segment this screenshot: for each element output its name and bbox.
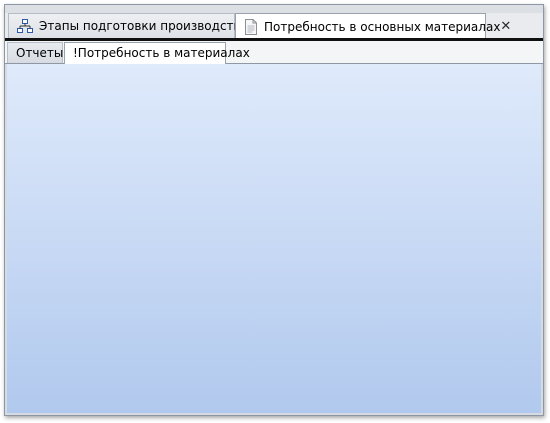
tab-production-stages[interactable]: Этапы подготовки производства ✕ [8,13,259,38]
report-tab-strip: Отчеты !Потребность в материалах [5,41,543,64]
close-icon[interactable]: ✕ [500,19,511,34]
document-tab-strip: Этапы подготовки производства ✕ Потребно… [5,5,543,39]
hierarchy-icon [17,18,33,34]
tab-label: Потребность в основных материалах [264,19,501,34]
tab-materials-requirement[interactable]: Потребность в основных материалах ✕ [235,13,511,39]
tab-strip-background [5,5,543,13]
tab-reports[interactable]: Отчеты [7,42,63,63]
tab-materials-report[interactable]: !Потребность в материалах [64,42,250,64]
report-content-area [7,64,541,413]
tab-label: Этапы подготовки производства [39,19,248,33]
document-icon [244,18,258,35]
app-window: Этапы подготовки производства ✕ Потребно… [4,4,544,416]
